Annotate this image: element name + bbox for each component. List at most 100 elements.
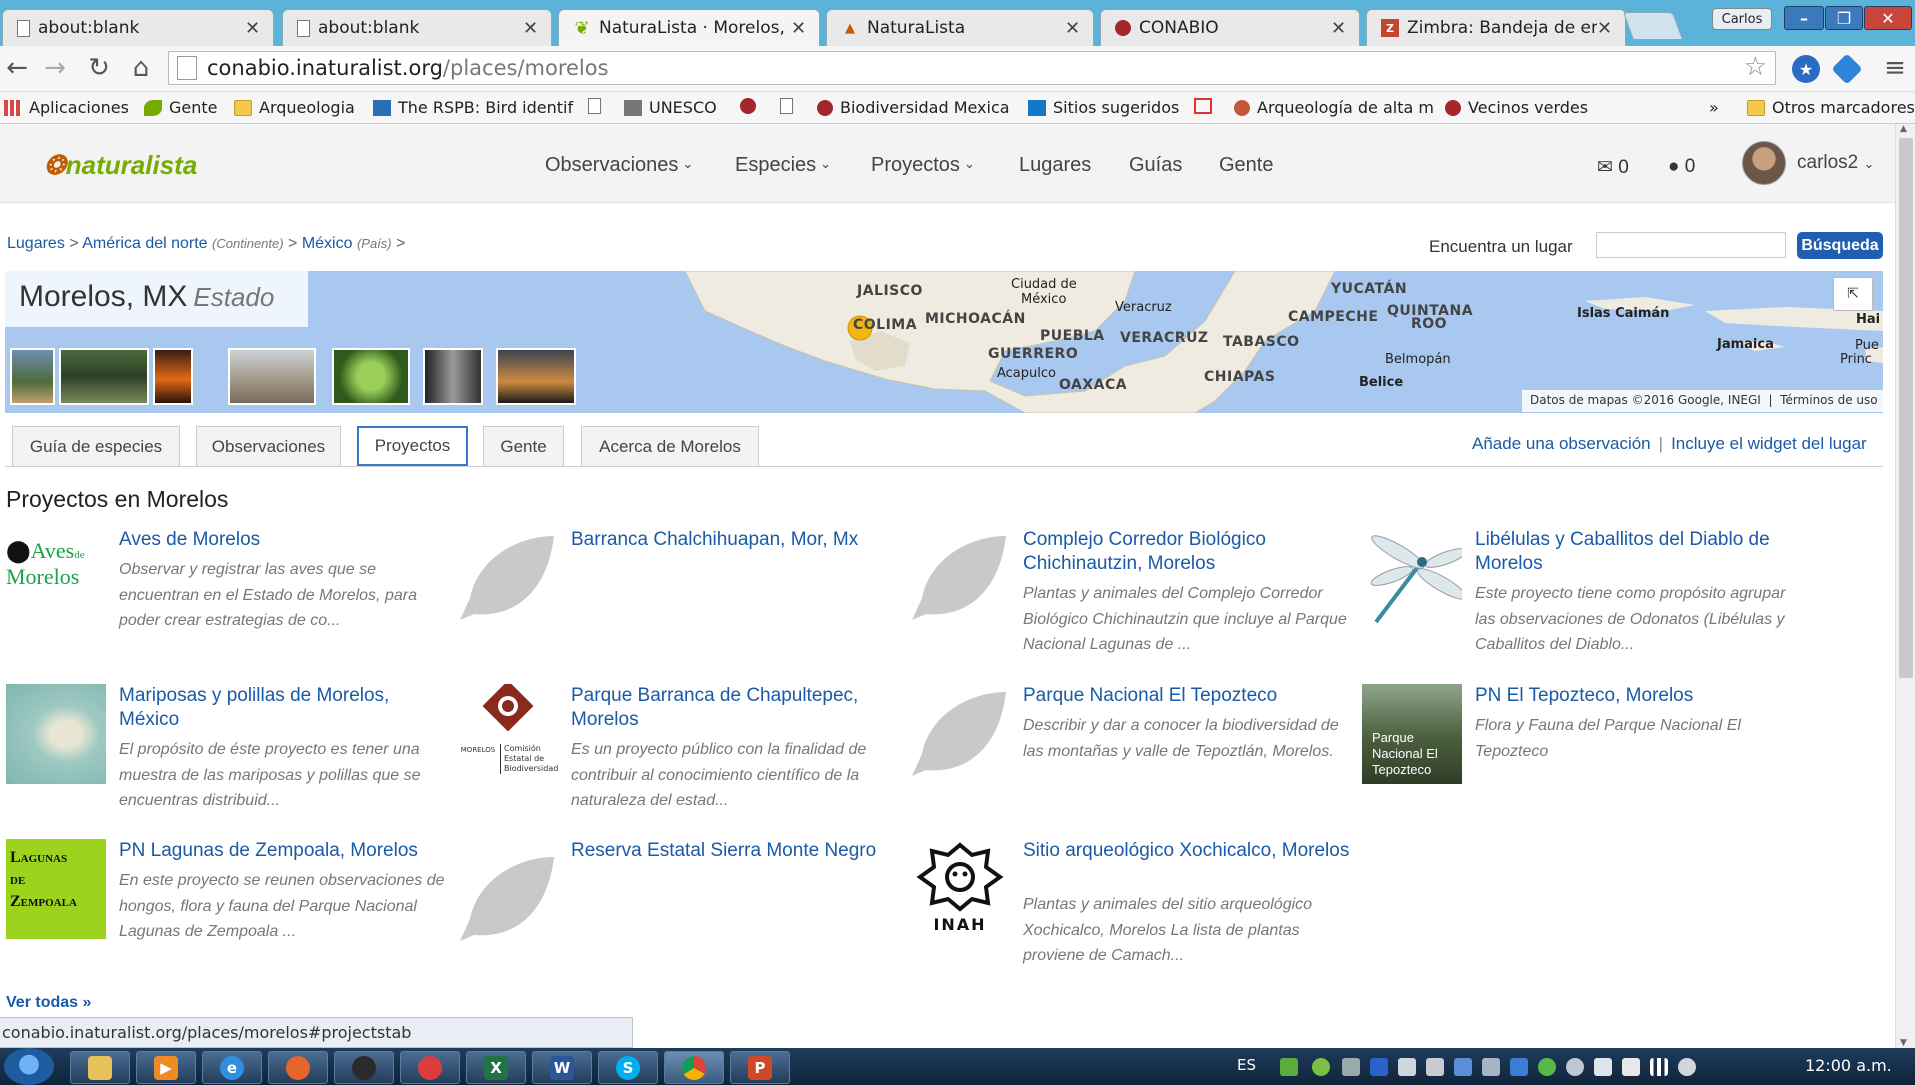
bookmark-conabio[interactable]: [740, 98, 763, 114]
photo-thumbnail[interactable]: [10, 348, 55, 405]
home-icon[interactable]: ⌂: [126, 53, 156, 83]
new-tab-button[interactable]: [1622, 12, 1684, 40]
address-bar[interactable]: conabio.inaturalist.org/places/morelos ☆: [168, 51, 1776, 85]
project-title[interactable]: Libélulas y Caballitos del Diablo de Mor…: [1475, 528, 1805, 576]
user-menu[interactable]: carlos2 ⌄: [1797, 152, 1874, 174]
inah-logo[interactable]: INAH: [910, 839, 1010, 939]
browser-tab-1[interactable]: about:blank ✕: [2, 9, 274, 46]
taskbar-chrome[interactable]: [664, 1051, 724, 1084]
project-card[interactable]: MORELOS Comisión Estatal de Biodiversidad …: [458, 680, 898, 809]
scroll-up-icon[interactable]: ▲: [1900, 124, 1907, 134]
tab-observaciones[interactable]: Observaciones: [196, 426, 341, 466]
nav-observaciones[interactable]: Observaciones ⌄: [545, 154, 693, 177]
bookmark-rspb[interactable]: The RSPB: Bird identif: [373, 98, 573, 117]
breadcrumb-country[interactable]: México: [302, 235, 353, 252]
moth-photo[interactable]: [6, 684, 106, 784]
leaf-icon[interactable]: [910, 684, 1010, 784]
project-title[interactable]: Parque Nacional El Tepozteco: [1023, 684, 1353, 708]
comments-button[interactable]: ● 0: [1668, 156, 1695, 178]
photo-thumbnail[interactable]: [153, 348, 193, 405]
taskbar-ie[interactable]: e: [202, 1051, 262, 1084]
scrollbar-thumb[interactable]: [1899, 138, 1913, 678]
photo-thumbnail[interactable]: [496, 348, 576, 405]
project-card[interactable]: ⬤Avesde Morelos Aves de Morelos Observar…: [6, 528, 446, 638]
tray-icon[interactable]: [1566, 1058, 1584, 1076]
project-card[interactable]: Parque Nacional El Tepozteco Describir y…: [910, 684, 1350, 794]
project-title[interactable]: Sitio arqueológico Xochicalco, Morelos: [1023, 839, 1353, 863]
bookmark-biodiversidad[interactable]: Biodiversidad Mexica: [817, 98, 1010, 117]
aves-logo[interactable]: ⬤Avesde Morelos: [6, 528, 106, 628]
tray-icon[interactable]: [1280, 1058, 1298, 1076]
taskbar-excel[interactable]: X: [466, 1051, 526, 1084]
power-icon[interactable]: [1622, 1058, 1640, 1076]
bookmark-arqueologia[interactable]: Arqueologia: [234, 98, 355, 117]
taskbar-media[interactable]: ▶: [136, 1051, 196, 1084]
close-icon[interactable]: ✕: [791, 18, 809, 39]
extension-arrow-icon[interactable]: [1831, 53, 1863, 85]
expand-map-icon[interactable]: ⇱: [1833, 277, 1873, 311]
photo-thumbnail[interactable]: [332, 348, 410, 405]
browser-tab-6[interactable]: Z Zimbra: Bandeja de entrad ✕: [1366, 9, 1626, 46]
bookmark-other[interactable]: Otros marcadores: [1747, 98, 1915, 117]
view-all-link[interactable]: Ver todas »: [6, 994, 91, 1012]
taskbar-app5[interactable]: [334, 1051, 394, 1084]
project-title[interactable]: Aves de Morelos: [119, 528, 449, 552]
nav-gente[interactable]: Gente: [1219, 154, 1273, 177]
avatar[interactable]: [1742, 141, 1786, 185]
photo-thumbnail[interactable]: [228, 348, 316, 405]
add-observation-link[interactable]: Añade una observación: [1472, 434, 1651, 453]
leaf-icon[interactable]: [910, 528, 1010, 628]
tray-icon[interactable]: [1398, 1058, 1416, 1076]
bookmark-page[interactable]: [588, 98, 608, 114]
bookmark-gmail[interactable]: [1194, 98, 1219, 114]
tray-icon[interactable]: [1678, 1058, 1696, 1076]
taskbar-app6[interactable]: [400, 1051, 460, 1084]
tray-icon[interactable]: [1510, 1058, 1528, 1076]
nav-proyectos[interactable]: Proyectos ⌄: [871, 154, 975, 177]
project-title[interactable]: PN El Tepozteco, Morelos: [1475, 684, 1805, 708]
project-title[interactable]: Mariposas y polillas de Morelos, México: [119, 684, 449, 732]
tray-icon[interactable]: [1454, 1058, 1472, 1076]
bookmarks-overflow[interactable]: »: [1709, 98, 1719, 117]
bookmark-gente[interactable]: Gente: [144, 98, 218, 117]
search-button[interactable]: Búsqueda: [1797, 232, 1883, 259]
breadcrumb-continent[interactable]: América del norte: [82, 235, 207, 252]
tab-proyectos[interactable]: Proyectos: [357, 426, 468, 466]
find-place-input[interactable]: [1596, 232, 1786, 258]
extension-icon[interactable]: ★: [1792, 55, 1820, 83]
tab-gente[interactable]: Gente: [483, 426, 564, 466]
taskbar-powerpoint[interactable]: P: [730, 1051, 790, 1084]
project-title[interactable]: Complejo Corredor Biológico Chichinautzi…: [1023, 528, 1353, 576]
volume-icon[interactable]: [1594, 1058, 1612, 1076]
minimize-button[interactable]: –: [1784, 6, 1824, 30]
page-scrollbar[interactable]: ▲ ▼: [1895, 124, 1915, 1048]
browser-tab-2[interactable]: about:blank ✕: [282, 9, 552, 46]
project-card[interactable]: Mariposas y polillas de Morelos, México …: [6, 684, 449, 809]
bookmark-unesco[interactable]: UNESCO: [624, 98, 717, 117]
browser-tab-4[interactable]: ▲ NaturaLista ✕: [826, 9, 1094, 46]
close-icon[interactable]: ✕: [1331, 18, 1349, 39]
taskbar-skype[interactable]: S: [598, 1051, 658, 1084]
tab-guia-especies[interactable]: Guía de especies: [12, 426, 180, 466]
bookmark-arqueologia-alta[interactable]: Arqueología de alta m: [1234, 98, 1434, 117]
monitor-icon[interactable]: [1482, 1058, 1500, 1076]
project-card[interactable]: Parque Nacional El Tepozteco PN El Tepoz…: [1362, 684, 1802, 794]
bookmark-vecinos[interactable]: Vecinos verdes: [1445, 98, 1588, 117]
comision-logo[interactable]: MORELOS Comisión Estatal de Biodiversidad: [458, 680, 558, 784]
taskbar-firefox[interactable]: [268, 1051, 328, 1084]
reload-icon[interactable]: ↻: [84, 53, 114, 83]
dragonfly-image[interactable]: [1362, 528, 1468, 628]
close-icon[interactable]: ✕: [523, 18, 541, 39]
tray-icon[interactable]: [1312, 1058, 1330, 1076]
profile-badge[interactable]: Carlos: [1712, 8, 1772, 30]
scroll-down-icon[interactable]: ▼: [1900, 1038, 1907, 1048]
close-window-button[interactable]: ✕: [1864, 6, 1912, 30]
nav-especies[interactable]: Especies ⌄: [735, 154, 831, 177]
nav-lugares[interactable]: Lugares: [1019, 154, 1091, 177]
bookmark-apps[interactable]: Aplicaciones: [4, 98, 129, 117]
tepozteco-photo[interactable]: Parque Nacional El Tepozteco: [1362, 684, 1462, 784]
tab-acerca[interactable]: Acerca de Morelos: [581, 426, 759, 466]
close-icon[interactable]: ✕: [1065, 18, 1083, 39]
language-indicator[interactable]: ES: [1237, 1056, 1256, 1074]
bookmark-page-2[interactable]: [780, 98, 800, 114]
